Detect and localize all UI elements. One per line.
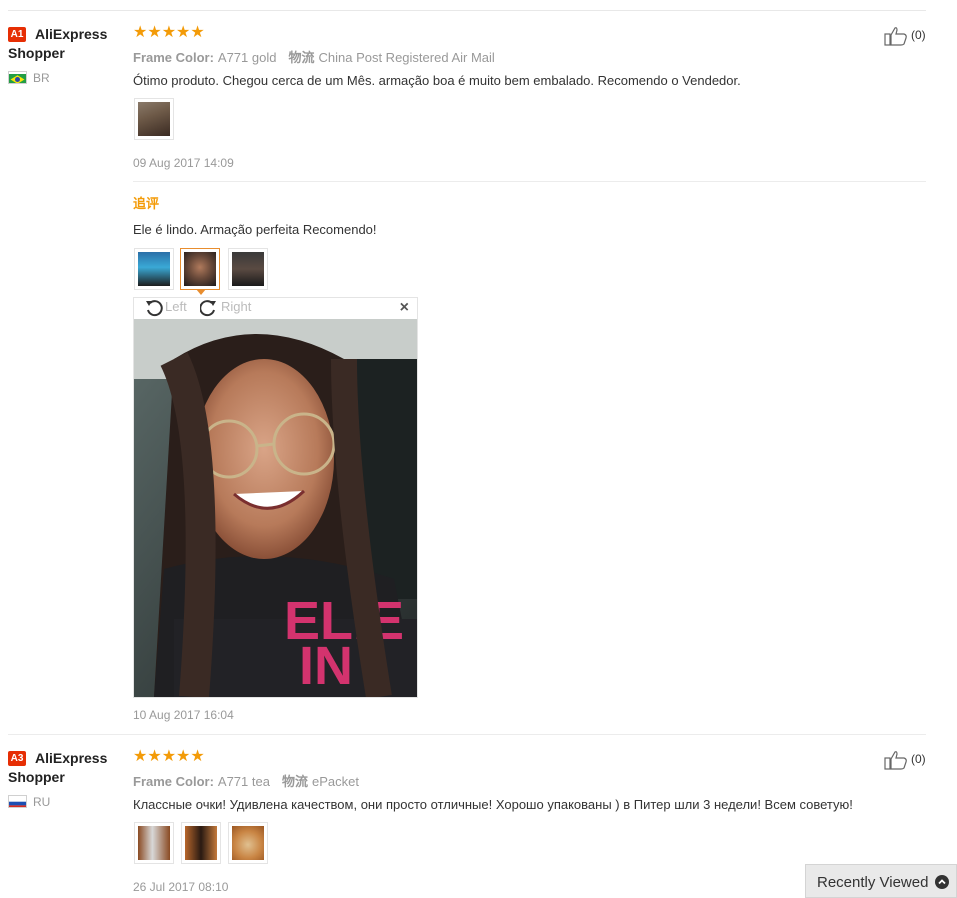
viewer-toolbar: Left Right ×	[134, 298, 417, 319]
helpful-count: (0)	[911, 28, 926, 42]
review-text: Ótimo produto. Chegou cerca de um Mês. a…	[133, 73, 741, 88]
recently-viewed-button[interactable]: Recently Viewed	[805, 864, 957, 898]
rating-stars: ★★★★★	[133, 748, 205, 765]
helpful-button[interactable]: (0)	[884, 750, 944, 770]
review-photo-thumb[interactable]	[134, 822, 174, 864]
active-thumb-indicator	[196, 289, 206, 295]
review-divider	[8, 734, 926, 735]
svg-text:IN: IN	[299, 636, 353, 696]
review-meta: Frame Color: A771 gold 物流 China Post Regist…	[133, 47, 495, 66]
rotate-left-button[interactable]: Left	[144, 299, 187, 317]
flag-brazil-icon	[8, 71, 27, 84]
shipping-value: China Post Registered Air Mail	[318, 50, 495, 65]
top-divider	[8, 10, 926, 11]
frame-color-value: A771 tea	[217, 774, 270, 789]
buyer-country: RU	[33, 795, 51, 809]
chevron-up-icon	[935, 875, 949, 889]
rating-stars: ★★★★★	[133, 24, 205, 41]
review-text: Классные очки! Удивлена качеством, они п…	[133, 797, 853, 812]
recently-viewed-label: Recently Viewed	[817, 874, 929, 891]
shipping-label: 物流	[288, 50, 315, 65]
rotate-left-icon	[146, 300, 163, 317]
thumbs-up-icon	[884, 751, 907, 770]
shipping-value: ePacket	[311, 774, 359, 789]
followup-divider	[133, 181, 926, 182]
frame-color-label: Frame Color:	[133, 50, 214, 65]
buyer-name: AliExpress Shopper	[8, 26, 108, 61]
close-icon[interactable]: ×	[400, 299, 409, 317]
thumbs-up-icon	[884, 27, 907, 46]
followup-photo-thumb[interactable]	[134, 248, 174, 290]
frame-color-value: A771 gold	[217, 50, 277, 65]
helpful-count: (0)	[911, 752, 926, 766]
review-meta: Frame Color: A771 tea 物流 ePacket	[133, 771, 359, 790]
review-photo-thumb[interactable]	[228, 822, 268, 864]
followup-photo-thumb-active[interactable]	[180, 248, 220, 290]
followup-photo-thumb[interactable]	[228, 248, 268, 290]
buyer-name: AliExpress Shopper	[8, 750, 108, 785]
review-date: 26 Jul 2017 08:10	[133, 880, 229, 894]
enlarged-review-photo: ELIE IN	[134, 319, 417, 697]
shipping-label: 物流	[281, 774, 308, 789]
rotate-left-label: Left	[165, 299, 187, 315]
buyer-country: BR	[33, 71, 50, 85]
rotate-right-icon	[199, 300, 216, 317]
review-date: 09 Aug 2017 14:09	[133, 156, 234, 170]
rotate-right-label: Right	[221, 299, 252, 315]
review-photo-thumb[interactable]	[134, 98, 174, 140]
frame-color-label: Frame Color:	[133, 774, 214, 789]
rotate-right-button[interactable]: Right	[199, 299, 252, 317]
review-photo-thumb[interactable]	[181, 822, 221, 864]
photo-viewer: Left Right × ELIE IN	[133, 297, 418, 698]
flag-russia-icon	[8, 795, 27, 808]
followup-label: 追评	[133, 196, 160, 211]
followup-text: Ele é lindo. Armação perfeita Recomendo!	[133, 222, 377, 237]
followup-date: 10 Aug 2017 16:04	[133, 708, 234, 722]
helpful-button[interactable]: (0)	[884, 26, 944, 46]
